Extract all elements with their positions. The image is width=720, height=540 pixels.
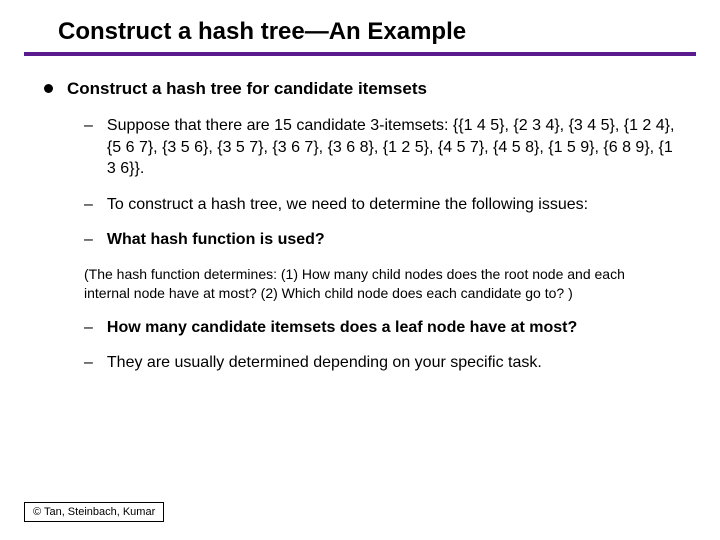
list-item: – What hash function is used? [84, 229, 676, 251]
sub-list: – Suppose that there are 15 candidate 3-… [84, 115, 676, 251]
sub-text: To construct a hash tree, we need to det… [107, 194, 588, 216]
sub-text: What hash function is used? [107, 229, 325, 251]
sub-text: Suppose that there are 15 candidate 3-it… [107, 115, 676, 180]
list-item: – To construct a hash tree, we need to d… [84, 194, 676, 216]
main-bullet: Construct a hash tree for candidate item… [44, 78, 676, 101]
bullet-dot-icon [44, 84, 53, 93]
copyright-footer: © Tan, Steinbach, Kumar [24, 502, 164, 522]
list-item: – How many candidate itemsets does a lea… [84, 317, 676, 339]
parenthetical-text: (The hash function determines: (1) How m… [84, 265, 676, 303]
sub-list-2: – How many candidate itemsets does a lea… [84, 317, 676, 374]
main-heading: Construct a hash tree for candidate item… [67, 78, 427, 101]
dash-icon: – [84, 194, 93, 216]
list-item: – Suppose that there are 15 candidate 3-… [84, 115, 676, 180]
dash-icon: – [84, 229, 93, 251]
list-item: – They are usually determined depending … [84, 352, 676, 374]
sub-text: How many candidate itemsets does a leaf … [107, 317, 577, 339]
dash-icon: – [84, 352, 93, 374]
dash-icon: – [84, 115, 93, 137]
slide-content: Construct a hash tree for candidate item… [0, 56, 720, 374]
sub-text: They are usually determined depending on… [107, 352, 542, 374]
slide-title: Construct a hash tree—An Example [0, 0, 720, 52]
dash-icon: – [84, 317, 93, 339]
